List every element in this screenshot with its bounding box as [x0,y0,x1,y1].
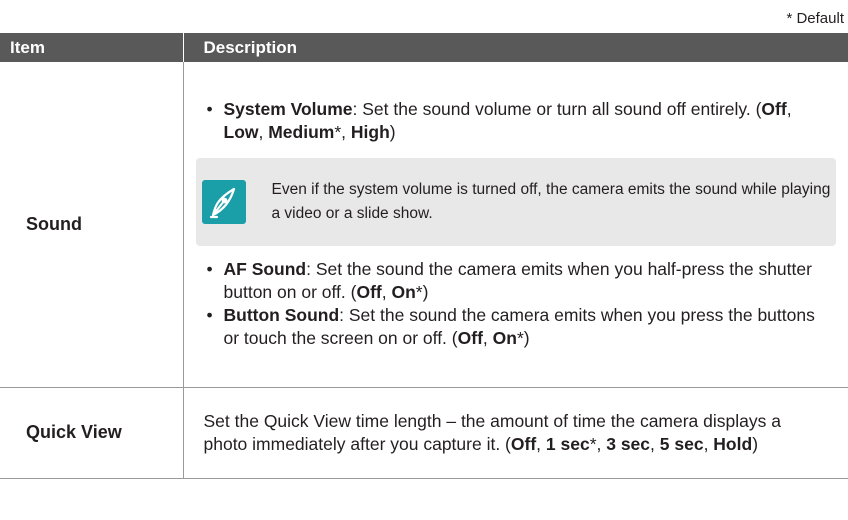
option: 3 sec [606,433,651,454]
header-item: Item [0,33,183,62]
option: Medium [268,122,335,143]
option: Hold [713,433,753,454]
text-af-sound: : Set the sound the camera emits when yo… [223,259,812,303]
sep: , [650,433,660,454]
term-af-sound: AF Sound [223,259,307,280]
option: Off [761,99,787,120]
text-quick-view: Set the Quick View time length – the amo… [204,410,829,456]
settings-table: Item Description Sound System Volume: Se… [0,33,848,479]
option: 5 sec [659,433,704,454]
option: On [492,328,517,349]
sep: , [596,433,607,454]
bullet-list: AF Sound: Set the sound the camera emits… [204,258,829,350]
option: Off [510,433,537,454]
sep: , [703,433,714,454]
term-button-sound: Button Sound [223,305,340,326]
sep: ) [422,282,429,303]
sep: , [482,328,493,349]
sep: , [258,122,269,143]
option: Off [356,282,382,303]
text-system-volume: : Set the sound volume or turn all sound… [352,99,762,120]
default-marker: * [589,433,597,454]
pen-nib-icon [201,180,246,225]
sep: , [341,122,351,143]
item-quick-view: Quick View [0,387,184,479]
note-box: Even if the system volume is turned off,… [195,158,836,247]
description-quick-view: Set the Quick View time length – the amo… [183,387,848,479]
option: Off [457,328,483,349]
header-description: Description [182,33,848,62]
option: On [391,282,416,303]
description-sound: System Volume: Set the sound volume or t… [183,62,848,388]
table-row: Quick View Set the Quick View time lengt… [0,387,848,479]
bullet-system-volume: System Volume: Set the sound volume or t… [204,98,829,144]
table-header-row: Item Description [0,33,848,62]
bullet-af-sound: AF Sound: Set the sound the camera emits… [204,258,829,304]
sep: ) [523,328,530,349]
option: High [350,122,390,143]
option: Low [223,122,259,143]
default-note: * Default [786,10,844,27]
table-row: Sound System Volume: Set the sound volum… [0,62,848,388]
sep: ) [389,122,396,143]
sep: , [536,433,546,454]
bullet-list: System Volume: Set the sound volume or t… [204,98,829,144]
default-marker: * [516,328,524,349]
sep: ) [752,433,759,454]
note-text: Even if the system volume is turned off,… [271,181,831,223]
bullet-button-sound: Button Sound: Set the sound the camera e… [204,304,829,350]
sep: , [786,99,792,120]
item-sound: Sound [0,62,184,388]
default-marker: * [415,282,423,303]
settings-page: * Default Item Description Sound System … [0,0,848,520]
term-system-volume: System Volume [223,99,353,120]
option: 1 sec [545,433,590,454]
